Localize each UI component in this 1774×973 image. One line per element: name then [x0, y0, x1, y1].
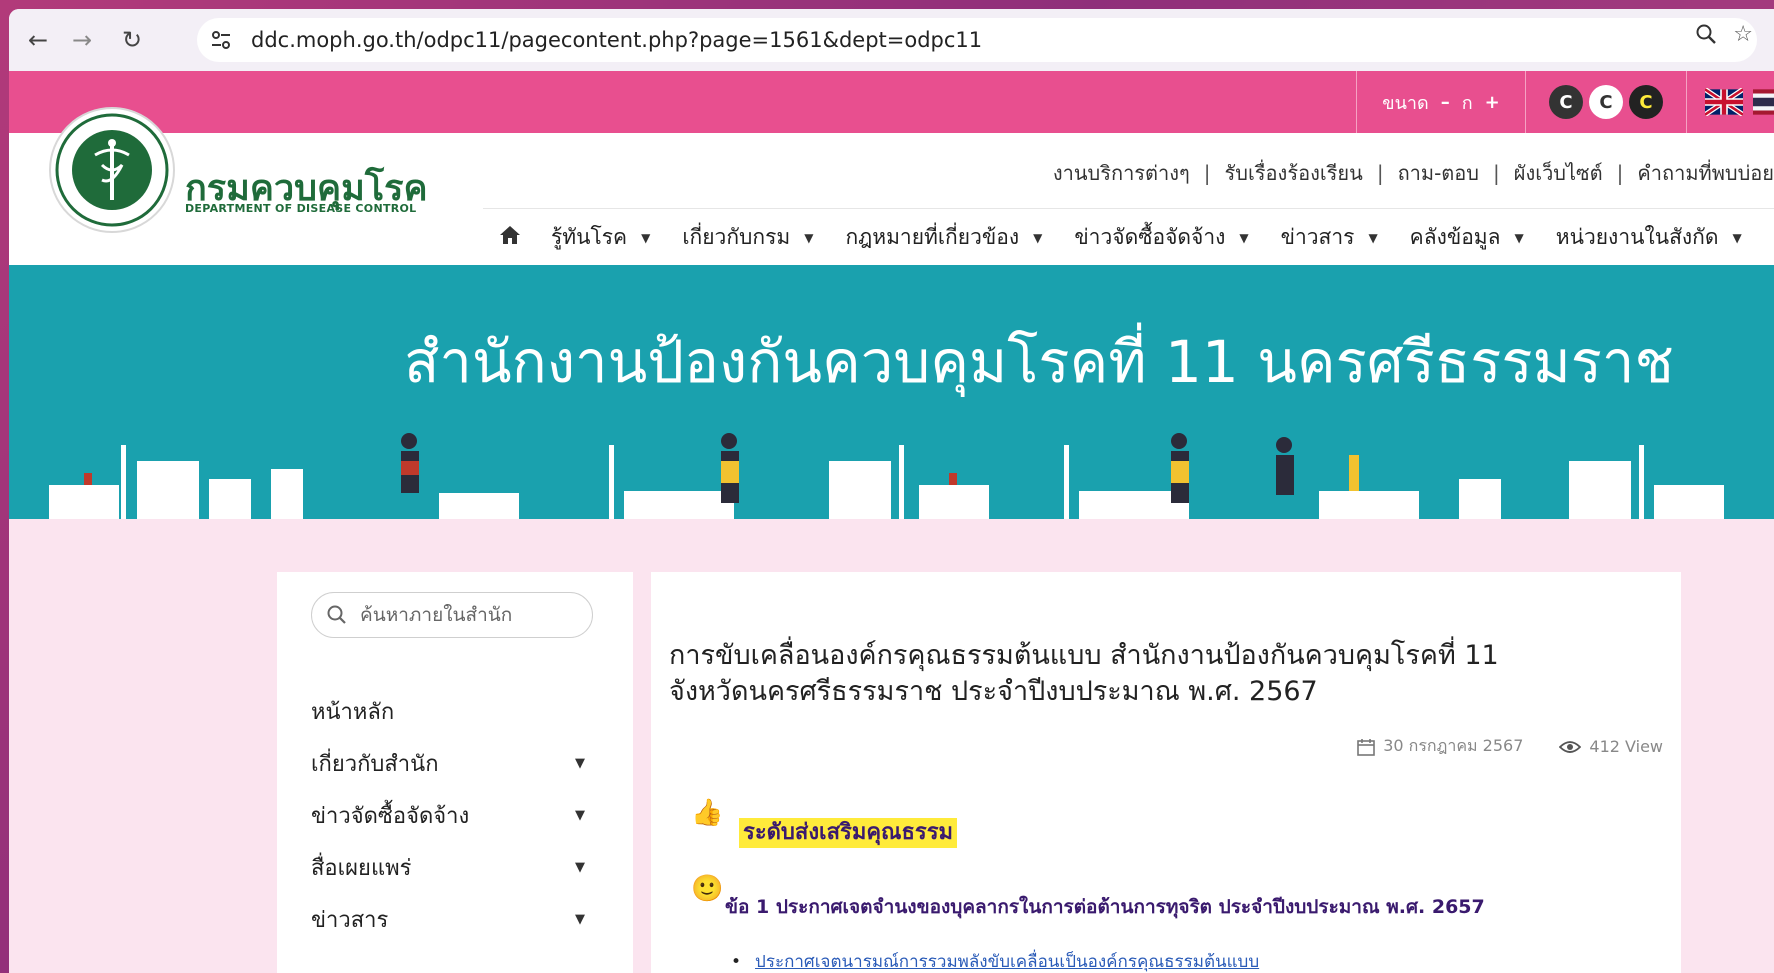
- caret-down-icon: ▼: [575, 808, 585, 823]
- site-settings-icon[interactable]: [201, 20, 241, 60]
- header-divider: [483, 208, 1774, 209]
- contrast-light-button[interactable]: C: [1589, 85, 1623, 119]
- uk-flag-icon[interactable]: [1705, 88, 1743, 116]
- forward-arrow-icon[interactable]: →: [67, 25, 97, 55]
- zoom-icon[interactable]: [1695, 23, 1717, 51]
- nav-item-disease[interactable]: รู้ทันโรค ▼: [551, 221, 650, 254]
- section-heading: ระดับส่งเสริมคุณธรรม: [739, 818, 958, 848]
- sidebar-item-label: สื่อเผยแพร่: [311, 856, 412, 881]
- nav-item-data[interactable]: คลังข้อมูล ▼: [1410, 221, 1524, 254]
- sidebar-item-label: เกี่ยวกับสำนัก: [311, 752, 439, 777]
- reload-icon[interactable]: ↻: [117, 25, 147, 55]
- nav-label: คลังข้อมูล: [1409, 225, 1501, 249]
- calendar-icon: [1357, 738, 1376, 756]
- article-meta: 30 กรกฎาคม 2567 412 View: [1321, 734, 1663, 759]
- banner-title: สำนักงานป้องกันควบคุมโรคที่ 11 นครศรีธรร…: [404, 328, 1674, 396]
- separator: |: [1616, 161, 1624, 185]
- sidebar-item-label: หน้าหลัก: [311, 700, 395, 725]
- nav-label: เกี่ยวกับกรม: [682, 225, 791, 249]
- nav-label: หน่วยงานในสังกัด: [1555, 225, 1719, 249]
- sidebar-item-about[interactable]: เกี่ยวกับสำนัก ▼: [311, 746, 593, 781]
- thai-flag-icon[interactable]: [1753, 88, 1774, 116]
- search-input[interactable]: [358, 603, 582, 627]
- caret-down-icon: ▼: [575, 912, 585, 927]
- utility-links: งานบริการต่างๆ | รับเรื่องร้องเรียน | ถา…: [1053, 157, 1774, 189]
- sidebar-item-label: ข่าวจัดซื้อจัดจ้าง: [311, 804, 470, 829]
- caret-down-icon: ▼: [1239, 230, 1249, 245]
- contrast-yellow-button[interactable]: C: [1629, 85, 1663, 119]
- nav-label: กฎหมายที่เกี่ยวข้อง: [845, 225, 1020, 249]
- nav-label: ข่าวจัดซื้อจัดจ้าง: [1074, 225, 1226, 249]
- language-control: [1686, 71, 1774, 133]
- home-icon[interactable]: [499, 225, 521, 250]
- eye-icon: [1559, 740, 1582, 753]
- font-size-control: ขนาด – ก +: [1356, 71, 1525, 133]
- nav-label: ข่าวสาร: [1280, 225, 1355, 249]
- search-icon: [327, 605, 346, 624]
- article-content: การขับเคลื่อนองค์กรคุณธรรมต้นแบบ สำนักงา…: [651, 572, 1681, 973]
- main-navigation: รู้ทันโรค ▼ เกี่ยวกับกรม ▼ กฎหมายที่เกี่ยว…: [499, 221, 1774, 254]
- nav-item-news[interactable]: ข่าวสาร ▼: [1281, 221, 1378, 254]
- contrast-dark-button[interactable]: C: [1549, 85, 1583, 119]
- caret-down-icon: ▼: [575, 860, 585, 875]
- thumbs-up-icon: 👍: [691, 798, 724, 828]
- url-text[interactable]: ddc.moph.go.th/odpc11/pagecontent.php?pa…: [251, 28, 982, 52]
- site-header: กรมควบคุมโรค DEPARTMENT OF DISEASE CONTR…: [9, 107, 1774, 265]
- separator: |: [1203, 161, 1211, 185]
- caret-down-icon: ▼: [1368, 230, 1378, 245]
- nav-item-units[interactable]: หน่วยงานในสังกัด ▼: [1556, 221, 1742, 254]
- caret-down-icon: ▼: [1514, 230, 1524, 245]
- view-count: 412 View: [1559, 737, 1663, 756]
- separator: |: [1493, 161, 1500, 185]
- utility-link-complaints[interactable]: รับเรื่องร้องเรียน: [1225, 157, 1363, 189]
- sidebar-item-media[interactable]: สื่อเผยแพร่ ▼: [311, 850, 593, 885]
- article-sub-link[interactable]: ประกาศเจตนารมณ์การรวมพลังขับเคลื่อนเป็นอ…: [731, 948, 1259, 973]
- browser-toolbar: ← → ↻ ddc.moph.go.th/odpc11/pagecontent.…: [9, 9, 1774, 72]
- font-decrease-button[interactable]: –: [1441, 92, 1450, 113]
- sidebar-item-label: ข่าวสาร: [311, 908, 389, 933]
- caret-down-icon: ▼: [641, 230, 651, 245]
- caret-down-icon: ▼: [1033, 230, 1043, 245]
- font-size-label: ขนาด: [1382, 92, 1429, 114]
- browser-window: ← → ↻ ddc.moph.go.th/odpc11/pagecontent.…: [9, 9, 1774, 973]
- separator: |: [1376, 161, 1384, 185]
- article-item-1: ข้อ 1 ประกาศเจตจำนงของบุคลากรในการต่อต้า…: [725, 896, 1485, 918]
- search-box[interactable]: [311, 592, 593, 638]
- smiley-icon: 🙂: [691, 874, 724, 904]
- top-strip: ขนาด – ก + C C C: [9, 71, 1774, 133]
- utility-link-qa[interactable]: ถาม-ตอบ: [1398, 157, 1479, 189]
- font-increase-button[interactable]: +: [1485, 92, 1500, 113]
- page-banner: สำนักงานป้องกันควบคุมโรคที่ 11 นครศรีธรร…: [9, 265, 1774, 519]
- nav-item-law[interactable]: กฎหมายที่เกี่ยวข้อง ▼: [845, 221, 1042, 254]
- utility-link-services[interactable]: งานบริการต่างๆ: [1053, 157, 1190, 189]
- address-bar[interactable]: ddc.moph.go.th/odpc11/pagecontent.php?pa…: [197, 18, 1757, 62]
- sidebar-item-home[interactable]: หน้าหลัก: [311, 694, 593, 729]
- caret-down-icon: ▼: [804, 230, 814, 245]
- views-text: 412 View: [1589, 737, 1663, 756]
- sidebar-item-news[interactable]: ข่าวสาร ▼: [311, 902, 593, 937]
- article-title-line: การขับเคลื่อนองค์กรคุณธรรมต้นแบบ สำนักงา…: [669, 640, 1499, 671]
- utility-link-faq[interactable]: คำถามที่พบบ่อย: [1637, 157, 1774, 189]
- contrast-control: C C C: [1525, 71, 1686, 133]
- office-illustration-icon: [49, 433, 1724, 519]
- article-title-line: จังหวัดนครศรีธรรมราช ประจำปีงบประมาณ พ.ศ…: [669, 676, 1318, 707]
- caret-down-icon: ▼: [1732, 230, 1742, 245]
- caret-down-icon: ▼: [575, 756, 585, 771]
- article-title: การขับเคลื่อนองค์กรคุณธรรมต้นแบบ สำนักงา…: [669, 638, 1629, 710]
- nav-label: รู้ทันโรค: [551, 225, 628, 249]
- bookmark-star-icon[interactable]: ☆: [1733, 22, 1753, 47]
- font-normal-button[interactable]: ก: [1462, 88, 1473, 117]
- back-arrow-icon[interactable]: ←: [23, 25, 53, 55]
- sidebar: หน้าหลัก เกี่ยวกับสำนัก ▼ ข่าวจัดซื้อจัด…: [277, 572, 633, 973]
- publish-date: 30 กรกฎาคม 2567: [1357, 734, 1523, 759]
- nav-item-about[interactable]: เกี่ยวกับกรม ▼: [682, 221, 813, 254]
- utility-link-sitemap[interactable]: ผังเว็บไซต์: [1514, 157, 1603, 189]
- nav-item-procurement[interactable]: ข่าวจัดซื้อจัดจ้าง ▼: [1074, 221, 1248, 254]
- ddc-logo-icon[interactable]: [47, 105, 177, 235]
- logo-text-english[interactable]: DEPARTMENT OF DISEASE CONTROL: [185, 202, 417, 215]
- date-text: 30 กรกฎาคม 2567: [1383, 736, 1524, 755]
- sidebar-item-procurement[interactable]: ข่าวจัดซื้อจัดจ้าง ▼: [311, 798, 593, 833]
